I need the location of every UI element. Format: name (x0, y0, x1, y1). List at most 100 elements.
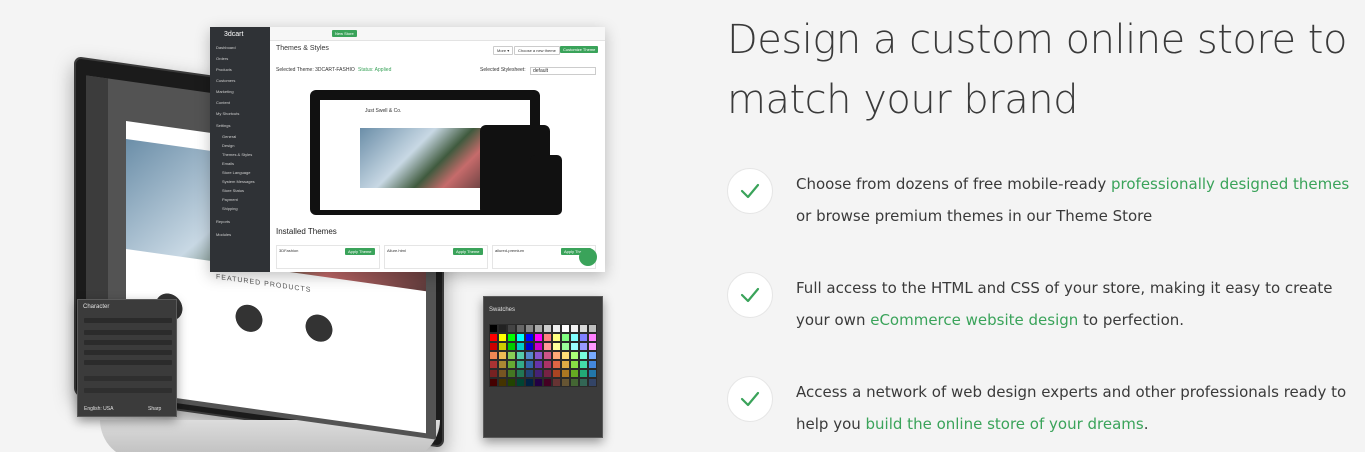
swatch (588, 351, 597, 360)
swatch (534, 378, 543, 387)
chat-icon (579, 248, 597, 266)
swatch (579, 342, 588, 351)
theme-name: Allure.html (387, 248, 406, 253)
language-value: English: USA (84, 406, 114, 412)
swatches-panel: Swatches (483, 296, 603, 438)
swatch (588, 342, 597, 351)
swatch (561, 351, 570, 360)
swatch (552, 360, 561, 369)
check-icon (727, 168, 773, 214)
check-icon (727, 272, 773, 318)
device-mockups: Just Swell & Co. (310, 85, 562, 215)
swatch (507, 324, 516, 333)
featured-products-label: FEATURED PRODUCTS (216, 273, 312, 295)
feature-text: Choose from dozens of free mobile-ready … (796, 175, 1350, 225)
swatch (534, 342, 543, 351)
swatch (489, 324, 498, 333)
professionally-designed-themes-link[interactable]: professionally designed themes (1111, 175, 1349, 193)
swatch (561, 342, 570, 351)
swatch (489, 378, 498, 387)
swatch (579, 333, 588, 342)
swatch (570, 351, 579, 360)
swatch (498, 324, 507, 333)
apply-theme-button: Apply Theme (345, 248, 375, 255)
sidebar-item: Settings (216, 123, 231, 128)
swatch (489, 351, 498, 360)
swatch (489, 360, 498, 369)
character-panel-title: Character (83, 304, 110, 310)
swatch (507, 378, 516, 387)
sidebar-item: Reports (216, 219, 231, 224)
new-store-button: New Store (332, 30, 357, 37)
theme-card: 3DFashion Apply Theme (276, 245, 380, 269)
stylesheet-label: Selected Stylesheet: (480, 67, 526, 73)
admin-topbar: New Store (270, 27, 605, 41)
swatch (498, 360, 507, 369)
swatch (516, 369, 525, 378)
swatch (534, 333, 543, 342)
swatch (552, 351, 561, 360)
swatch (516, 360, 525, 369)
swatch (543, 342, 552, 351)
swatch (507, 360, 516, 369)
swatch-grid (489, 324, 597, 387)
build-online-store-link[interactable]: build the online store of your dreams (866, 415, 1144, 433)
ecommerce-website-design-link[interactable]: eCommerce website design (870, 311, 1078, 329)
swatch (588, 360, 597, 369)
panel-field (84, 340, 172, 345)
swatch (561, 333, 570, 342)
swatch (525, 333, 534, 342)
sidebar-item: Themes & Styles (222, 152, 253, 157)
sidebar-item: Emails (222, 161, 235, 166)
swatch (525, 324, 534, 333)
sidebar-item: My Shortcuts (216, 111, 240, 116)
sidebar-item: Store Status (222, 188, 245, 193)
swatch (507, 369, 516, 378)
sidebar-item: Products (216, 67, 232, 72)
swatch (525, 351, 534, 360)
theme-card: Allure.html Apply Theme (384, 245, 488, 269)
swatch (579, 360, 588, 369)
swatch (570, 360, 579, 369)
character-panel: Character English: USA Sharp (77, 299, 177, 417)
swatch (588, 369, 597, 378)
swatch (543, 369, 552, 378)
sidebar-item: Shipping (222, 206, 238, 211)
sidebar-item: Payment (222, 197, 238, 202)
swatch (525, 378, 534, 387)
theme-name: 3DFashion (279, 248, 299, 253)
swatch (489, 342, 498, 351)
swatch (552, 342, 561, 351)
swatch (588, 333, 597, 342)
sidebar-item: Marketing (216, 89, 234, 94)
swatch (489, 369, 498, 378)
sidebar-item: Modules (216, 232, 232, 237)
admin-sidebar: 3dcart Dashboard Orders Products Custome… (210, 27, 270, 272)
swatch (507, 342, 516, 351)
swatches-panel-title: Swatches (489, 307, 516, 313)
panel-field (84, 318, 172, 323)
installed-themes-list: 3DFashion Apply Theme Allure.html Apply … (276, 245, 601, 269)
swatch (498, 351, 507, 360)
swatch (507, 351, 516, 360)
swatch (525, 342, 534, 351)
sidebar-item: Orders (216, 56, 229, 61)
swatch (516, 378, 525, 387)
swatch (534, 351, 543, 360)
stylesheet-select: default (530, 67, 596, 75)
feature-text: Full access to the HTML and CSS of your … (796, 279, 1333, 329)
more-button: More ▾ (493, 46, 514, 55)
feature-text: Access a network of web design experts a… (796, 383, 1347, 433)
admin-logo: 3dcart (224, 31, 244, 38)
swatch (570, 378, 579, 387)
swatch (570, 369, 579, 378)
swatch (543, 324, 552, 333)
swatch (588, 324, 597, 333)
swatch (525, 369, 534, 378)
panel-field (84, 330, 172, 335)
swatch (489, 333, 498, 342)
swatch (543, 360, 552, 369)
swatch (561, 360, 570, 369)
panel-style-buttons (84, 388, 172, 393)
store-name: Just Swell & Co. (365, 108, 402, 114)
